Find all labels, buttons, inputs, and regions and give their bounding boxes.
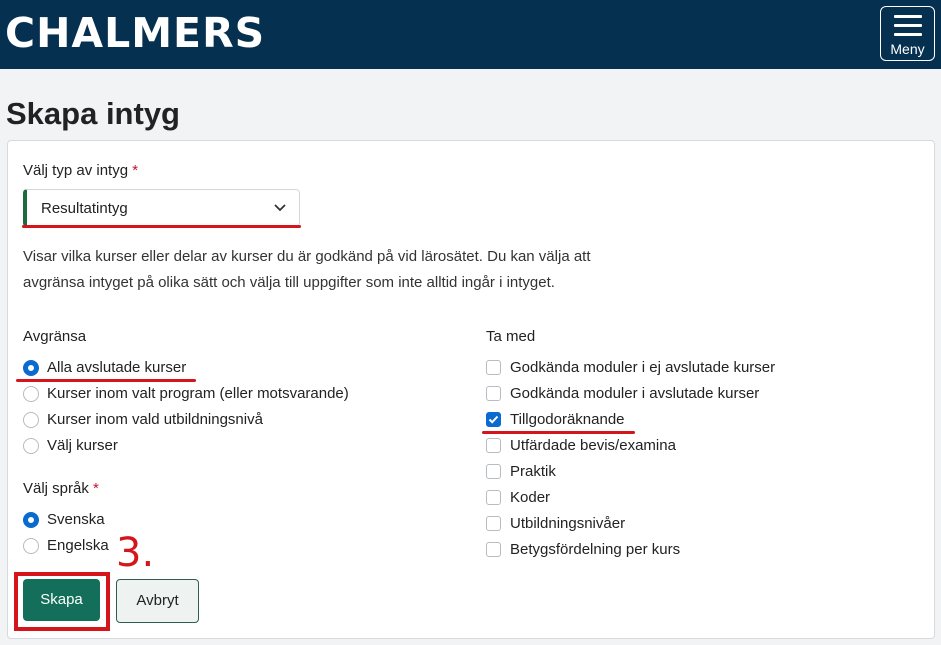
include-heading: Ta med [486, 328, 536, 345]
certificate-type-value: Resultatintyg [41, 200, 128, 217]
language-label-text: Välj språk [23, 480, 89, 497]
checkbox-grade-distribution[interactable] [486, 542, 501, 557]
top-bar: CHALMERS Meny [0, 0, 941, 69]
menu-button[interactable]: Meny [880, 6, 935, 61]
checkbox-label[interactable]: Godkända moduler i ej avslutade kurser [510, 359, 775, 376]
underline-annotation [482, 431, 635, 434]
checkbox-credit-transfer[interactable] [486, 412, 501, 427]
description-line: Visar vilka kurser eller delar av kurser… [23, 248, 591, 265]
language-label: Välj språk * [23, 480, 99, 497]
checkbox-modules-unfinished[interactable] [486, 360, 501, 375]
checkbox-label[interactable]: Godkända moduler i avslutade kurser [510, 385, 759, 402]
checkbox-label[interactable]: Koder [510, 489, 550, 506]
chevron-down-icon [274, 204, 286, 212]
hamburger-icon [894, 15, 922, 42]
cancel-button[interactable]: Avbryt [116, 579, 199, 623]
radio-label[interactable]: Engelska [47, 537, 109, 554]
underline-annotation [22, 225, 301, 228]
radio-label[interactable]: Välj kurser [47, 437, 118, 454]
underline-annotation [16, 379, 196, 382]
checkmark-icon [488, 415, 499, 424]
checkbox-modules-finished[interactable] [486, 386, 501, 401]
radio-english[interactable] [23, 538, 39, 554]
radio-label[interactable]: Kurser inom vald utbildningsnivå [47, 411, 263, 428]
limit-heading: Avgränsa [23, 328, 87, 345]
checkbox-degrees[interactable] [486, 438, 501, 453]
page-title: Skapa intyg [6, 96, 180, 131]
checkbox-label[interactable]: Utbildningsnivåer [510, 515, 625, 532]
radio-select-courses[interactable] [23, 438, 39, 454]
checkbox-internship[interactable] [486, 464, 501, 479]
menu-button-label: Meny [890, 41, 925, 57]
certificate-form: Välj typ av intyg * Resultatintyg Visar … [7, 140, 935, 639]
checkbox-label[interactable]: Tillgodoräknande [510, 411, 625, 428]
create-button[interactable]: Skapa [23, 579, 100, 621]
radio-all-finished-courses[interactable] [23, 360, 39, 376]
radio-level-courses[interactable] [23, 412, 39, 428]
required-mark: * [93, 480, 99, 497]
description-line: avgränsa intyget på olika sätt och välja… [23, 274, 555, 291]
checkbox-education-levels[interactable] [486, 516, 501, 531]
type-label-text: Välj typ av intyg [23, 162, 129, 179]
checkbox-label[interactable]: Praktik [510, 463, 556, 480]
checkbox-codes[interactable] [486, 490, 501, 505]
radio-swedish[interactable] [23, 512, 39, 528]
radio-label[interactable]: Svenska [47, 511, 105, 528]
chalmers-logo[interactable]: CHALMERS [5, 11, 265, 55]
certificate-type-select[interactable]: Resultatintyg [23, 189, 300, 227]
step-number-annotation: 3. [116, 530, 155, 576]
radio-label[interactable]: Alla avslutade kurser [47, 359, 186, 376]
checkbox-label[interactable]: Betygsfördelning per kurs [510, 541, 680, 558]
radio-label[interactable]: Kurser inom valt program (eller motsvara… [47, 385, 349, 402]
type-label: Välj typ av intyg * [23, 162, 138, 179]
required-mark: * [132, 162, 139, 179]
checkbox-label[interactable]: Utfärdade bevis/examina [510, 437, 676, 454]
radio-program-courses[interactable] [23, 386, 39, 402]
certificate-description: Visar vilka kurser eller delar av kurser… [23, 244, 663, 296]
